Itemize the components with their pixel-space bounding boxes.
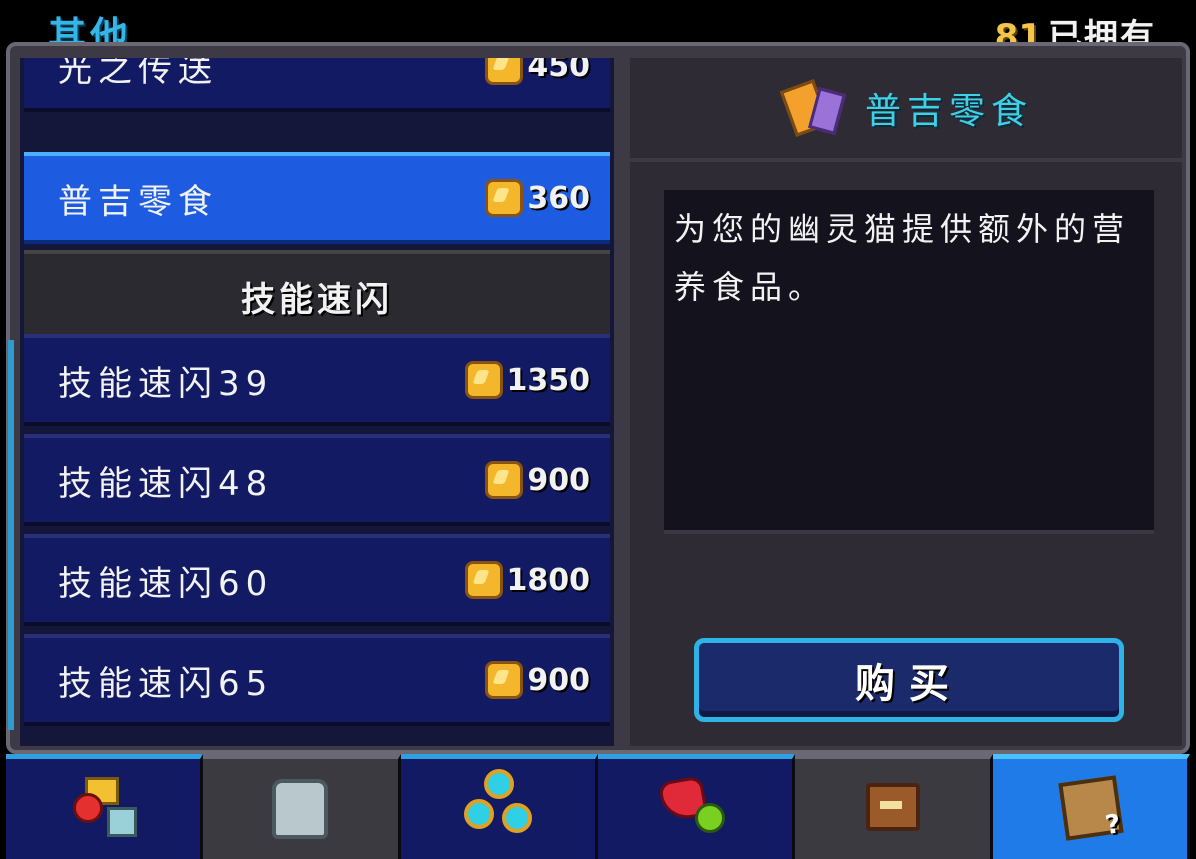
price-value: 1350	[506, 362, 591, 398]
tab-book[interactable]	[795, 754, 993, 859]
item-name: 技能速闪48	[58, 463, 274, 504]
item-detail-panel: 普吉零食 为您的幽灵猫提供额外的营养食品。 购买	[630, 58, 1182, 746]
item-price: 900	[485, 461, 590, 499]
fruit-icon	[63, 773, 143, 845]
coin-icon	[485, 58, 524, 85]
price-value: 360	[527, 180, 590, 216]
item-price: 1800	[464, 561, 591, 599]
item-description: 为您的幽灵猫提供额外的营养食品。	[664, 190, 1154, 534]
item-name: 普吉零食	[58, 181, 218, 222]
list-item-selected[interactable]: 普吉零食 360	[24, 152, 610, 244]
item-detail-name: 普吉零食	[864, 91, 1033, 132]
item-price: 1350	[464, 361, 591, 399]
list-item[interactable]: 光之传送 450	[24, 58, 610, 112]
coin-icon	[464, 361, 503, 399]
coin-icon	[485, 661, 524, 699]
list-item[interactable]: 技能速闪60 1800	[24, 534, 610, 626]
item-name: 技能速闪60	[58, 563, 274, 604]
tab-armor[interactable]	[203, 754, 401, 859]
item-name: 技能速闪39	[58, 363, 274, 404]
item-name: 光之传送	[58, 58, 218, 90]
tab-other[interactable]	[992, 754, 1190, 859]
heart-apple-icon	[655, 773, 735, 845]
item-price: 900	[485, 661, 590, 699]
tab-fruit[interactable]	[6, 754, 204, 859]
item-detail-header: 普吉零食	[630, 58, 1182, 162]
price-value: 1800	[506, 562, 591, 598]
item-list[interactable]: 光之传送 450 普吉零食 360 技能速闪 技能速闪39 1350 技能速闪4…	[20, 58, 614, 746]
section-header: 技能速闪	[24, 250, 610, 342]
tab-gems[interactable]	[400, 754, 598, 859]
price-value: 450	[527, 58, 590, 84]
list-item[interactable]: 技能速闪48 900	[24, 434, 610, 526]
item-price: 450	[485, 58, 590, 85]
list-item[interactable]: 技能速闪39 1350	[24, 334, 610, 426]
list-scrollbar[interactable]	[8, 340, 14, 730]
coin-icon	[464, 561, 503, 599]
mystery-box-icon	[1050, 773, 1130, 845]
coin-icon	[485, 461, 524, 499]
item-price: 360	[485, 179, 590, 217]
buy-button[interactable]: 购买	[694, 638, 1124, 722]
armor-icon	[260, 773, 340, 845]
book-icon	[852, 773, 932, 845]
snack-icon	[779, 76, 849, 140]
item-name: 技能速闪65	[58, 663, 274, 704]
tab-health[interactable]	[597, 754, 796, 859]
price-value: 900	[527, 662, 590, 698]
gem-icon	[458, 769, 538, 845]
coin-icon	[485, 179, 524, 217]
price-value: 900	[527, 462, 590, 498]
list-item[interactable]: 技能速闪65 900	[24, 634, 610, 726]
category-tabs	[6, 754, 1190, 859]
section-title: 技能速闪	[241, 279, 393, 320]
